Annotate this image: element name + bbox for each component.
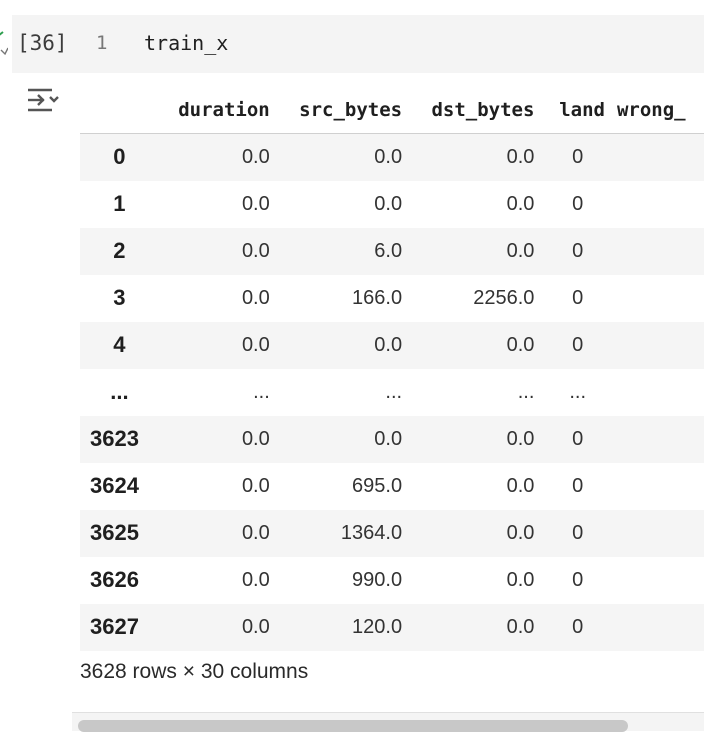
- cell-wrong-fragment: [605, 228, 704, 275]
- row-index: ...: [110, 379, 129, 404]
- cell-src-bytes: 990.0: [352, 568, 403, 591]
- cell-duration: 0.0: [241, 145, 270, 168]
- cell-duration: 0.0: [241, 474, 270, 497]
- cell-land: 0: [572, 427, 584, 450]
- cell-dst-bytes: 0.0: [506, 145, 535, 168]
- row-index: 2: [113, 238, 126, 263]
- row-index: 3624: [90, 473, 139, 498]
- cell-land: 0: [572, 568, 584, 591]
- cell-duration: 0.0: [241, 427, 270, 450]
- horizontal-scrollbar[interactable]: [72, 712, 704, 732]
- cell-wrong-fragment: [605, 322, 704, 369]
- table-row: 3627 0.0 120.0 0.0 0: [80, 603, 704, 651]
- cell-src-bytes: 6.0: [374, 239, 403, 262]
- table-header-row: duration src_bytes dst_bytes land wrong_: [80, 86, 704, 134]
- output-actions-icon[interactable]: [26, 86, 60, 114]
- cell-wrong-fragment: [605, 369, 704, 416]
- dataframe-table: duration src_bytes dst_bytes land wrong_…: [80, 86, 704, 651]
- cell-wrong-fragment: [605, 134, 704, 181]
- table-row: 1 0.0 0.0 0.0 0: [80, 180, 704, 228]
- cell-dst-bytes: ...: [517, 380, 535, 403]
- cell-src-bytes: 120.0: [352, 615, 403, 638]
- row-index: 3625: [90, 520, 139, 545]
- cell-land: 0: [572, 192, 584, 215]
- cell-duration: 0.0: [241, 333, 270, 356]
- row-index: 3627: [90, 614, 139, 639]
- cell-land: 0: [572, 145, 584, 168]
- cell-dst-bytes: 0.0: [506, 615, 535, 638]
- cell-duration: ...: [253, 380, 270, 403]
- cell-dst-bytes: 0.0: [506, 521, 535, 544]
- cell-wrong-fragment: [605, 604, 704, 651]
- check-icon: [0, 28, 8, 58]
- cell-land: ...: [569, 380, 587, 403]
- cell-wrong-fragment: [605, 510, 704, 557]
- row-index: 3: [113, 285, 126, 310]
- table-row: 4 0.0 0.0 0.0 0: [80, 321, 704, 369]
- table-row-ellipsis: ... ... ... ... ...: [80, 368, 704, 416]
- cell-dst-bytes: 2256.0: [473, 286, 535, 309]
- cell-src-bytes: ...: [385, 380, 403, 403]
- row-index: 3626: [90, 567, 139, 592]
- cell-src-bytes: 0.0: [374, 333, 403, 356]
- table-row: 3625 0.0 1364.0 0.0 0: [80, 509, 704, 557]
- execution-count: [36]: [17, 31, 68, 55]
- cell-land: 0: [572, 474, 584, 497]
- dataframe-shape-label: 3628 rows × 30 columns: [80, 660, 309, 683]
- cell-src-bytes: 0.0: [374, 427, 403, 450]
- column-header-dst-bytes: dst_bytes: [402, 86, 535, 134]
- table-row: 3624 0.0 695.0 0.0 0: [80, 462, 704, 510]
- cell-land: 0: [572, 333, 584, 356]
- cell-src-bytes: 0.0: [374, 145, 403, 168]
- cell-dst-bytes: 0.0: [506, 192, 535, 215]
- column-header-src-bytes: src_bytes: [269, 86, 403, 134]
- code-editor-text[interactable]: train_x: [144, 28, 228, 58]
- cell-duration: 0.0: [241, 568, 270, 591]
- cell-land: 0: [572, 615, 584, 638]
- cell-src-bytes: 0.0: [374, 192, 403, 215]
- cell-dst-bytes: 0.0: [506, 239, 535, 262]
- cell-dst-bytes: 0.0: [506, 427, 535, 450]
- cell-wrong-fragment: [605, 463, 704, 510]
- column-header-land: land: [534, 86, 605, 134]
- cell-src-bytes: 695.0: [352, 474, 403, 497]
- table-row: 2 0.0 6.0 0.0 0: [80, 227, 704, 275]
- row-index: 0: [113, 144, 126, 170]
- column-header-wrong-fragment: wrong_: [604, 86, 704, 134]
- cell-land: 0: [572, 286, 584, 309]
- column-header-duration: duration: [158, 86, 270, 134]
- cell-dst-bytes: 0.0: [506, 333, 535, 356]
- cell-wrong-fragment: [605, 181, 704, 228]
- cell-wrong-fragment: [605, 416, 704, 463]
- table-row: 3626 0.0 990.0 0.0 0: [80, 556, 704, 604]
- index-header: [80, 86, 159, 134]
- line-number: 1: [96, 32, 108, 54]
- cell-duration: 0.0: [241, 239, 270, 262]
- cell-src-bytes: 166.0: [352, 286, 403, 309]
- cell-duration: 0.0: [241, 615, 270, 638]
- table-row: 3623 0.0 0.0 0.0 0: [80, 415, 704, 463]
- row-index: 1: [113, 191, 126, 216]
- cell-wrong-fragment: [605, 557, 704, 604]
- cell-land: 0: [572, 521, 584, 544]
- code-cell-input[interactable]: [12, 15, 704, 73]
- row-index: 4: [113, 332, 126, 357]
- row-index: 3623: [90, 426, 139, 451]
- cell-dst-bytes: 0.0: [506, 474, 535, 497]
- table-row: 0 0.0 0.0 0.0 0: [80, 133, 704, 181]
- scrollbar-thumb[interactable]: [78, 720, 628, 732]
- cell-duration: 0.0: [241, 521, 270, 544]
- cell-duration: 0.0: [241, 192, 270, 215]
- cell-land: 0: [572, 239, 584, 262]
- cell-wrong-fragment: [605, 275, 704, 322]
- cell-duration: 0.0: [241, 286, 270, 309]
- table-row: 3 0.0 166.0 2256.0 0: [80, 274, 704, 322]
- cell-src-bytes: 1364.0: [340, 521, 403, 544]
- cell-dst-bytes: 0.0: [506, 568, 535, 591]
